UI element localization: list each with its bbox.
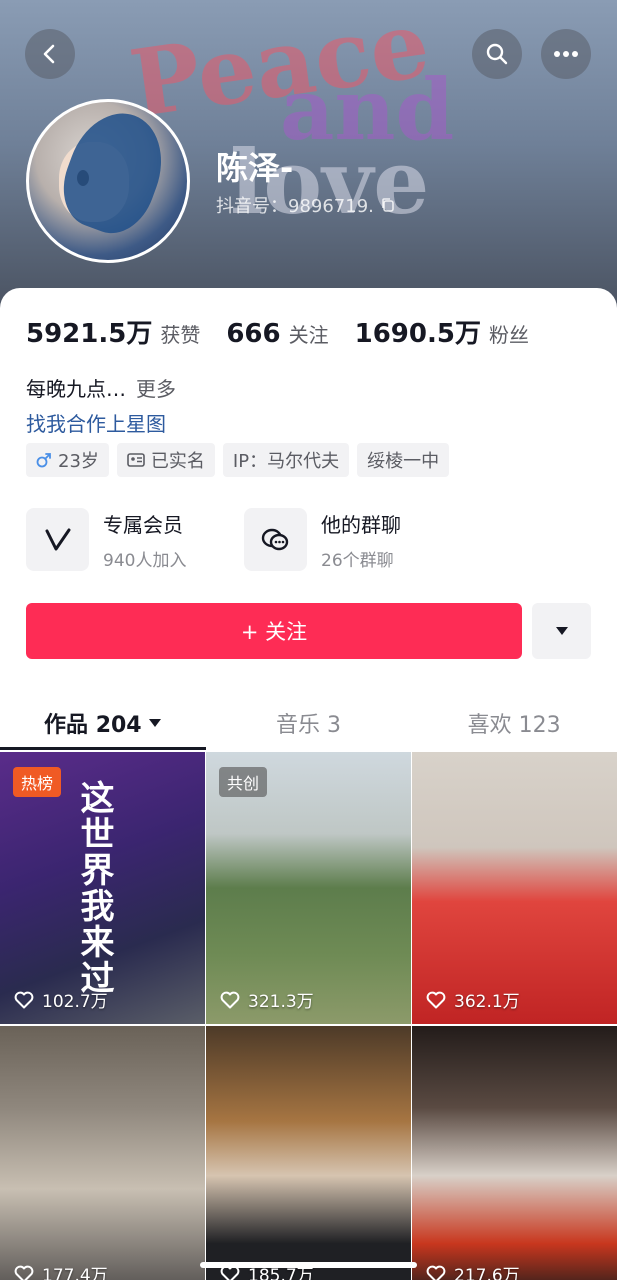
co-creation-badge: 共创 bbox=[219, 767, 268, 797]
tag-school-text: 绥棱一中 bbox=[367, 451, 440, 472]
bio-more-link[interactable]: 更多 bbox=[136, 377, 176, 401]
id-card-icon bbox=[127, 453, 145, 467]
stats-row: 5921.5万 获赞 666 关注 1690.5万 粉丝 bbox=[26, 313, 555, 350]
tab-works[interactable]: 作品 204 bbox=[0, 698, 206, 750]
video-thumbnail[interactable]: 热榜 这世界我来过 102.7万 bbox=[0, 752, 205, 1024]
stat-following[interactable]: 666 关注 bbox=[226, 319, 328, 349]
back-button[interactable] bbox=[25, 29, 75, 79]
heart-icon bbox=[14, 1265, 34, 1280]
more-options-button[interactable] bbox=[541, 29, 591, 79]
douyin-id[interactable]: 抖音号：9896719. bbox=[216, 192, 396, 218]
profile-banner: Peace and love 陈泽- 抖音号：9896719. bbox=[0, 0, 617, 320]
stat-likes[interactable]: 5921.5万 获赞 bbox=[26, 313, 200, 350]
heart-icon bbox=[220, 991, 240, 1008]
member-icon bbox=[26, 508, 89, 571]
search-button[interactable] bbox=[472, 29, 522, 79]
video-thumbnail[interactable]: 177.4万 bbox=[0, 1026, 205, 1280]
star-map-link[interactable]: 找我合作上星图 bbox=[26, 408, 166, 437]
copy-icon[interactable] bbox=[380, 197, 396, 213]
tag-age: 23岁 bbox=[26, 443, 109, 477]
video-grid: 热榜 这世界我来过 102.7万 共创 321.3万 362.1万 177.4万… bbox=[0, 752, 617, 1280]
tag-verified: 已实名 bbox=[116, 443, 215, 477]
member-count: 940人加入 bbox=[103, 550, 187, 571]
member-title: 专属会员 bbox=[103, 512, 183, 537]
group-chat-title: 他的群聊 bbox=[321, 512, 401, 537]
caret-down-icon bbox=[555, 627, 568, 635]
tag-ip: IP：马尔代夫 bbox=[222, 443, 350, 477]
video-likes-count: 102.7万 bbox=[42, 992, 108, 1012]
video-likes-count: 217.6万 bbox=[454, 1266, 520, 1280]
tab-likes-label: 喜欢 123 bbox=[467, 713, 561, 738]
video-likes: 177.4万 bbox=[14, 1261, 108, 1280]
video-thumbnail[interactable]: 共创 321.3万 bbox=[206, 752, 411, 1024]
video-likes: 217.6万 bbox=[426, 1261, 520, 1280]
tag-age-text: 23岁 bbox=[58, 451, 99, 472]
video-cover-title: 这世界我来过 bbox=[74, 780, 114, 996]
follow-row: + 关注 bbox=[26, 603, 591, 659]
hot-badge: 热榜 bbox=[13, 767, 62, 797]
tag-ip-text: IP：马尔代夫 bbox=[232, 451, 340, 472]
male-icon bbox=[36, 453, 51, 468]
video-likes-count: 177.4万 bbox=[42, 1266, 108, 1280]
avatar[interactable] bbox=[26, 99, 190, 263]
stat-value: 1690.5万 bbox=[354, 319, 481, 349]
video-likes: 321.3万 bbox=[220, 987, 314, 1012]
member-entry[interactable]: 专属会员 940人加入 bbox=[26, 508, 244, 571]
more-dots-icon bbox=[554, 51, 578, 57]
tab-works-label: 作品 204 bbox=[44, 713, 142, 738]
follow-options-button[interactable] bbox=[532, 603, 591, 659]
tag-verified-text: 已实名 bbox=[150, 451, 205, 472]
stat-followers[interactable]: 1690.5万 粉丝 bbox=[355, 313, 529, 350]
content-tabs: 作品 204 音乐 3 喜欢 123 bbox=[0, 698, 617, 750]
video-likes-count: 362.1万 bbox=[454, 992, 520, 1012]
video-likes-count: 321.3万 bbox=[248, 992, 314, 1012]
profile-tags: 23岁 已实名 IP：马尔代夫 绥棱一中 bbox=[26, 443, 450, 477]
nickname: 陈泽- bbox=[216, 149, 294, 187]
tab-likes[interactable]: 喜欢 123 bbox=[411, 698, 617, 748]
stat-label: 关注 bbox=[288, 323, 329, 347]
group-chat-count: 26个群聊 bbox=[321, 550, 394, 571]
group-chat-entry[interactable]: 他的群聊 26个群聊 bbox=[244, 508, 462, 571]
video-thumbnail[interactable]: 185.7万 bbox=[206, 1026, 411, 1280]
stat-value: 5921.5万 bbox=[26, 319, 153, 349]
chat-bubbles-icon bbox=[244, 508, 307, 571]
video-thumbnail[interactable]: 217.6万 bbox=[412, 1026, 617, 1280]
tab-music-label: 音乐 3 bbox=[276, 713, 341, 738]
video-likes: 362.1万 bbox=[426, 987, 520, 1012]
caret-down-icon bbox=[148, 719, 161, 727]
search-icon bbox=[486, 43, 508, 65]
stat-label: 获赞 bbox=[160, 323, 201, 347]
stat-label: 粉丝 bbox=[488, 323, 529, 347]
home-indicator[interactable] bbox=[200, 1262, 417, 1268]
bio-text: 每晚九点… bbox=[26, 377, 126, 401]
heart-icon bbox=[426, 1265, 446, 1280]
heart-icon bbox=[426, 991, 446, 1008]
video-likes: 102.7万 bbox=[14, 987, 108, 1012]
feature-row: 专属会员 940人加入 他的群聊 26个群聊 bbox=[26, 508, 462, 571]
bio[interactable]: 每晚九点… 更多 bbox=[26, 373, 176, 402]
stat-value: 666 bbox=[226, 319, 281, 349]
tag-school[interactable]: 绥棱一中 bbox=[357, 443, 450, 477]
tab-music[interactable]: 音乐 3 bbox=[206, 698, 412, 748]
video-thumbnail[interactable]: 362.1万 bbox=[412, 752, 617, 1024]
follow-button[interactable]: + 关注 bbox=[26, 603, 522, 659]
douyin-id-text: 抖音号：9896719. bbox=[216, 196, 374, 217]
chevron-left-icon bbox=[43, 44, 55, 64]
heart-icon bbox=[14, 991, 34, 1008]
